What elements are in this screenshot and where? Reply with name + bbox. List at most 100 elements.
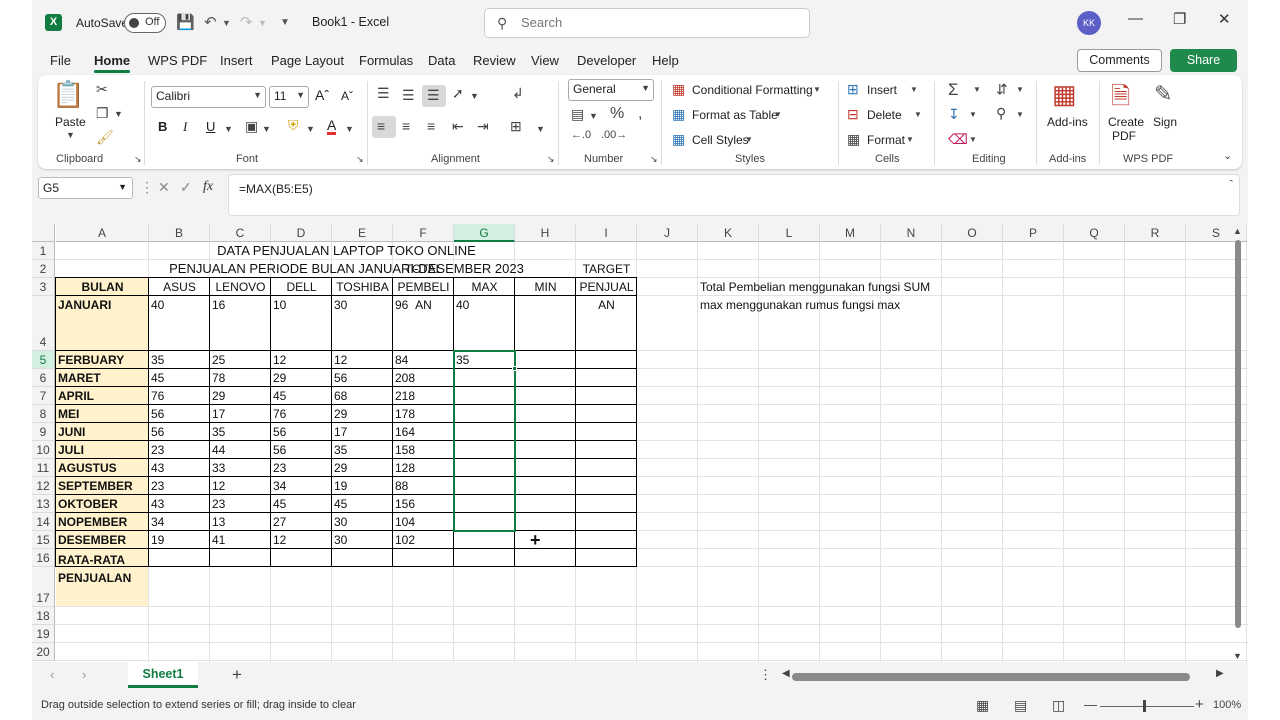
create-pdf-button[interactable]: Create PDF — [1108, 115, 1144, 143]
close-icon[interactable]: ✕ — [1218, 10, 1231, 28]
data-cell[interactable]: 102 — [393, 531, 454, 549]
data-cell[interactable]: 23 — [149, 477, 210, 495]
zoom-slider[interactable] — [1100, 706, 1194, 707]
data-cell[interactable]: 33 — [210, 459, 271, 477]
row-header[interactable]: 13 — [32, 495, 55, 513]
search-box[interactable]: ⚲ — [484, 8, 810, 38]
data-cell[interactable]: MARET — [56, 369, 149, 387]
data-cell[interactable]: 19 — [332, 477, 393, 495]
data-cell[interactable]: 12 — [332, 351, 393, 369]
clear-dropdown-icon[interactable]: ▼ — [969, 135, 977, 144]
scroll-down-icon[interactable]: ▼ — [1233, 651, 1242, 661]
zoom-out-icon[interactable]: — — [1084, 697, 1097, 712]
data-cell[interactable]: 10 — [271, 296, 332, 314]
vertical-scrollbar[interactable] — [1235, 240, 1241, 628]
underline-dropdown-icon[interactable]: ▼ — [224, 124, 233, 134]
data-cell[interactable]: 43 — [149, 459, 210, 477]
align-left-button[interactable]: ≡ — [372, 116, 396, 138]
top-align-icon[interactable]: ☰ — [377, 85, 390, 102]
data-cell[interactable]: 43 — [149, 495, 210, 513]
delete-cells-button[interactable]: Delete — [867, 108, 902, 122]
collapse-formula-icon[interactable]: ˆ — [1229, 179, 1233, 191]
column-header[interactable]: C — [210, 224, 271, 242]
find-select-icon[interactable]: ⚲ — [996, 105, 1006, 122]
column-label-cell[interactable]: MIN — [515, 278, 576, 296]
data-cell[interactable]: 27 — [271, 513, 332, 531]
increase-indent-icon[interactable]: ⇥ — [477, 118, 489, 135]
sign-button[interactable]: Sign — [1153, 115, 1177, 129]
row-header[interactable]: 20 — [32, 643, 55, 661]
column-header[interactable]: I — [576, 224, 637, 242]
cell-styles-button[interactable]: Cell Styles — [692, 133, 749, 147]
data-cell[interactable]: 56 — [271, 441, 332, 459]
column-header[interactable]: M — [820, 224, 881, 242]
column-label-cell[interactable]: BULAN — [56, 278, 149, 296]
data-cell[interactable]: FERBUARY — [56, 351, 149, 369]
data-cell[interactable]: JANUARI — [56, 296, 149, 314]
percent-icon[interactable]: % — [610, 105, 624, 123]
data-cell[interactable]: NOPEMBER — [56, 513, 149, 531]
data-cell[interactable]: 76 — [271, 405, 332, 423]
row-header[interactable]: 14 — [32, 513, 55, 531]
zoom-level[interactable]: 100% — [1213, 699, 1241, 711]
data-cell[interactable]: 156 — [393, 495, 454, 513]
decrease-decimal-icon[interactable]: .00→ — [601, 129, 627, 141]
paste-icon[interactable]: 📋 — [52, 79, 84, 110]
data-cell[interactable]: 35 — [149, 351, 210, 369]
format-painter-icon[interactable]: 🖌 — [96, 129, 114, 146]
conditional-formatting-button[interactable]: Conditional Formatting — [692, 83, 813, 97]
tab-sheet1[interactable]: Sheet1 — [128, 662, 198, 688]
column-header[interactable]: K — [698, 224, 759, 242]
data-cell[interactable]: 158 — [393, 441, 454, 459]
data-cell[interactable]: 13 — [210, 513, 271, 531]
find-dropdown-icon[interactable]: ▼ — [1016, 110, 1024, 119]
data-cell[interactable]: OKTOBER — [56, 495, 149, 513]
merge-dropdown-icon[interactable]: ▼ — [536, 124, 545, 134]
data-cell[interactable]: 218 — [393, 387, 454, 405]
column-header[interactable]: G — [454, 224, 515, 242]
row-header[interactable]: 17 — [32, 567, 55, 607]
row-header[interactable]: 4 — [32, 296, 55, 351]
data-cell[interactable]: AGUSTUS — [56, 459, 149, 477]
align-right-icon[interactable]: ≡ — [427, 118, 435, 134]
data-cell[interactable]: APRIL — [56, 387, 149, 405]
data-cell[interactable]: 78 — [210, 369, 271, 387]
data-cell[interactable]: 56 — [332, 369, 393, 387]
data-cell[interactable]: 44 — [210, 441, 271, 459]
number-format-select[interactable]: General ▼ — [568, 79, 654, 101]
tab-wps-pdf[interactable]: WPS PDF — [148, 53, 207, 68]
row-header[interactable]: 2 — [32, 260, 55, 278]
row-header[interactable]: 16 — [32, 549, 55, 567]
autosave-toggle[interactable]: Off — [124, 13, 166, 33]
underline-icon[interactable]: U — [206, 119, 215, 134]
selection-range[interactable] — [453, 350, 516, 532]
data-cell[interactable]: 56 — [271, 423, 332, 441]
horizontal-scrollbar[interactable] — [792, 673, 1190, 681]
cut-icon[interactable]: ✂ — [96, 81, 108, 98]
autosum-icon[interactable]: Σ — [948, 80, 959, 100]
data-cell[interactable]: DESEMBER — [56, 531, 149, 549]
name-box[interactable]: G5 ▼ — [38, 177, 133, 199]
minimize-icon[interactable]: — — [1128, 10, 1143, 27]
data-cell[interactable]: 34 — [271, 477, 332, 495]
data-cell[interactable]: 40 — [149, 296, 210, 314]
fill-color-icon[interactable]: ⛨ — [288, 117, 299, 134]
share-button[interactable]: Share — [1170, 49, 1237, 72]
search-input[interactable] — [521, 15, 781, 30]
scroll-right-icon[interactable]: ▶ — [1216, 668, 1224, 679]
sort-dropdown-icon[interactable]: ▼ — [1016, 85, 1024, 94]
column-label-cell[interactable]: DELL — [271, 278, 332, 296]
data-cell[interactable]: 35 — [332, 441, 393, 459]
borders-dropdown-icon[interactable]: ▼ — [262, 124, 271, 134]
data-cell[interactable]: 45 — [271, 387, 332, 405]
collapse-ribbon-icon[interactable]: ⌄ — [1223, 149, 1232, 162]
data-cell[interactable]: 96 — [393, 296, 454, 314]
column-header[interactable]: J — [637, 224, 698, 242]
worksheet-grid[interactable]: A B C D E F G H I J K L M N O P Q R S 1 2 3 4 5 6 7 8 9 10 11 12 13 14 15… — [32, 224, 1248, 662]
data-cell[interactable]: 23 — [210, 495, 271, 513]
align-center-icon[interactable]: ≡ — [402, 118, 410, 134]
add-sheet-icon[interactable]: + — [232, 665, 242, 685]
data-cell[interactable]: 29 — [210, 387, 271, 405]
number-launcher-icon[interactable]: ↘ — [650, 154, 658, 165]
bottom-align-button[interactable]: ☰ — [422, 85, 446, 107]
